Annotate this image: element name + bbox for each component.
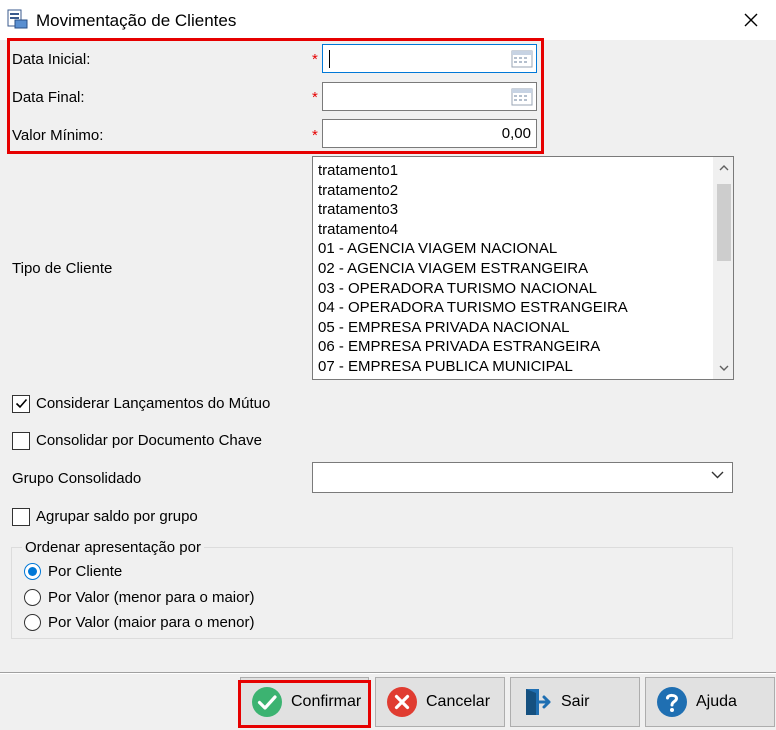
list-item[interactable]: 06 - EMPRESA PRIVADA ESTRANGEIRA bbox=[318, 337, 708, 357]
grupo-consolidado-label: Grupo Consolidado bbox=[12, 470, 142, 487]
list-item[interactable]: 04 - OPERADORA TURISMO ESTRANGEIRA bbox=[318, 298, 708, 318]
agrupar-saldo-label[interactable]: Agrupar saldo por grupo bbox=[36, 508, 198, 525]
list-item[interactable]: 01 - AGENCIA VIAGEM NACIONAL bbox=[318, 239, 708, 259]
valor-minimo-value: 0,00 bbox=[501, 125, 531, 142]
title-bar: Movimentação de Clientes bbox=[0, 0, 776, 40]
list-item[interactable]: 02 - AGENCIA VIAGEM ESTRANGEIRA bbox=[318, 259, 708, 279]
grupo-consolidado-select[interactable] bbox=[312, 462, 733, 493]
radio-por-valor-maior-label[interactable]: Por Valor (maior para o menor) bbox=[48, 614, 254, 631]
text-caret bbox=[329, 50, 330, 68]
list-item[interactable]: tratamento1 bbox=[318, 161, 708, 181]
considerar-mutuo-label[interactable]: Considerar Lançamentos do Mútuo bbox=[36, 395, 270, 412]
close-button[interactable] bbox=[736, 6, 766, 34]
list-item[interactable]: tratamento4 bbox=[318, 220, 708, 240]
scroll-thumb[interactable] bbox=[717, 184, 731, 261]
ajuda-button[interactable]: Ajuda bbox=[645, 677, 775, 727]
tipo-cliente-label: Tipo de Cliente bbox=[12, 260, 113, 277]
required-mark: * bbox=[312, 89, 318, 106]
tipo-cliente-items: tratamento1 tratamento2 tratamento3 tratame… bbox=[318, 161, 708, 377]
sair-button[interactable]: Sair bbox=[510, 677, 640, 727]
report-icon bbox=[7, 9, 28, 29]
required-mark: * bbox=[312, 51, 318, 68]
radio-por-valor-menor[interactable] bbox=[24, 589, 41, 606]
sair-label: Sair bbox=[561, 693, 590, 710]
cancelar-label: Cancelar bbox=[426, 693, 491, 710]
footer-divider-highlight bbox=[0, 673, 776, 674]
valor-minimo-label: Valor Mínimo: bbox=[12, 127, 104, 144]
close-icon bbox=[744, 13, 758, 27]
data-inicial-input[interactable] bbox=[322, 44, 537, 73]
confirmar-highlight bbox=[238, 680, 371, 728]
consolidar-documento-label[interactable]: Consolidar por Documento Chave bbox=[36, 432, 262, 449]
data-inicial-label: Data Inicial: bbox=[12, 51, 91, 68]
calendar-icon[interactable] bbox=[511, 87, 533, 107]
required-mark: * bbox=[312, 127, 318, 144]
window-title: Movimentação de Clientes bbox=[36, 11, 237, 30]
consolidar-documento-checkbox[interactable] bbox=[12, 432, 30, 450]
list-item[interactable]: 05 - EMPRESA PRIVADA NACIONAL bbox=[318, 318, 708, 338]
scroll-down-arrow[interactable] bbox=[714, 359, 734, 377]
tipo-cliente-listbox[interactable]: tratamento1 tratamento2 tratamento3 tratame… bbox=[312, 156, 734, 380]
radio-por-cliente-label[interactable]: Por Cliente bbox=[48, 563, 122, 580]
cancelar-button[interactable]: Cancelar bbox=[375, 677, 505, 727]
radio-por-cliente[interactable] bbox=[24, 563, 41, 580]
list-item[interactable]: tratamento3 bbox=[318, 200, 708, 220]
calendar-icon[interactable] bbox=[511, 49, 533, 69]
data-final-input[interactable] bbox=[322, 82, 537, 111]
list-item[interactable]: 07 - EMPRESA PUBLICA MUNICIPAL bbox=[318, 357, 708, 377]
considerar-mutuo-checkbox[interactable] bbox=[12, 395, 30, 413]
radio-selected-dot bbox=[28, 567, 37, 576]
radio-por-valor-maior[interactable] bbox=[24, 614, 41, 631]
data-final-label: Data Final: bbox=[12, 89, 85, 106]
chevron-up-icon bbox=[719, 165, 729, 171]
help-circle-icon bbox=[657, 687, 687, 717]
vertical-scrollbar[interactable] bbox=[713, 157, 733, 379]
list-item[interactable]: 03 - OPERADORA TURISMO NACIONAL bbox=[318, 279, 708, 299]
x-circle-icon bbox=[387, 687, 417, 717]
chevron-down-icon bbox=[719, 365, 729, 371]
chevron-down-icon[interactable] bbox=[711, 471, 724, 479]
exit-door-icon bbox=[526, 689, 551, 715]
scroll-up-arrow[interactable] bbox=[714, 159, 734, 177]
radio-por-valor-menor-label[interactable]: Por Valor (menor para o maior) bbox=[48, 589, 254, 606]
checkmark-icon bbox=[15, 398, 28, 409]
valor-minimo-input[interactable]: 0,00 bbox=[322, 119, 537, 148]
agrupar-saldo-checkbox[interactable] bbox=[12, 508, 30, 526]
list-item[interactable]: tratamento2 bbox=[318, 181, 708, 201]
ajuda-label: Ajuda bbox=[696, 693, 737, 710]
ordenar-title: Ordenar apresentação por bbox=[22, 539, 204, 556]
